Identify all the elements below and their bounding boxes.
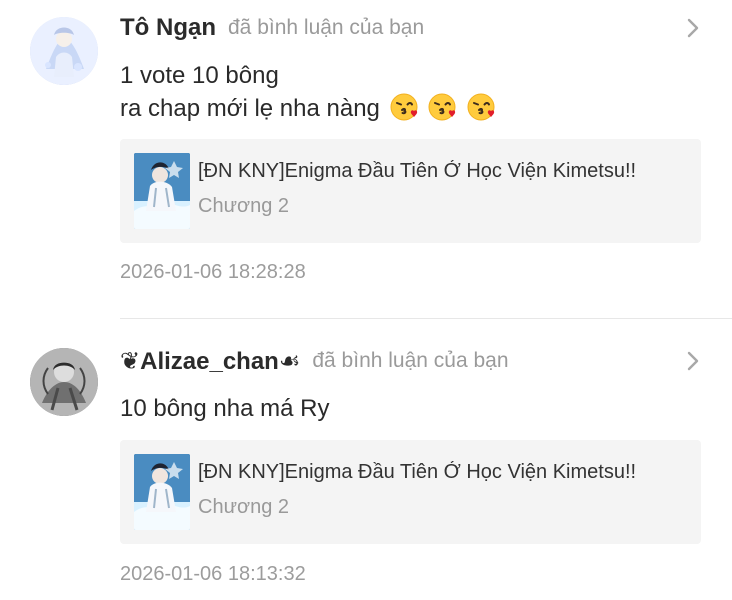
username[interactable]: Tô Ngạn <box>120 14 216 42</box>
story-title[interactable]: [ĐN KNY]Enigma Đầu Tiên Ở Học Viện Kimet… <box>198 160 678 183</box>
notification-feed: Tô Ngạn đã bình luận của bạn 1 vote 10 b… <box>0 0 732 600</box>
comment-line: ra chap mới lẹ nha nàng <box>120 92 700 125</box>
comment-line-text: ra chap mới lẹ nha nàng <box>120 95 380 122</box>
comment-line: 1 vote 10 bông <box>120 62 279 89</box>
avatar-illustration-icon <box>30 17 98 85</box>
comment-timestamp: 2026-01-06 18:13:32 <box>120 563 306 585</box>
kiss-emoji-icon <box>427 92 457 122</box>
story-cover-image[interactable] <box>134 454 190 530</box>
chapter-label: Chương 2 <box>198 195 289 217</box>
user-avatar[interactable] <box>30 348 98 416</box>
comment-header: ❦Alizae_chan☙ đã bình luận của bạn <box>120 344 509 378</box>
comment-timestamp: 2026-01-06 18:28:28 <box>120 261 306 283</box>
story-card[interactable]: [ĐN KNY]Enigma Đầu Tiên Ở Học Viện Kimet… <box>120 139 701 243</box>
story-card[interactable]: [ĐN KNY]Enigma Đầu Tiên Ở Học Viện Kimet… <box>120 440 701 544</box>
comment-action-text: đã bình luận của bạn <box>312 349 509 372</box>
comment-action-text: đã bình luận của bạn <box>228 16 425 39</box>
kiss-emoji-icon <box>466 92 496 122</box>
comment-notification-item[interactable]: ❦Alizae_chan☙ đã bình luận của bạn 10 bô… <box>0 320 732 600</box>
chevron-right-icon[interactable] <box>685 349 701 373</box>
comment-header: Tô Ngạn đã bình luận của bạn <box>120 11 424 45</box>
username[interactable]: ❦Alizae_chan☙ <box>120 347 300 376</box>
story-cover-image[interactable] <box>134 153 190 229</box>
comment-text: 10 bông nha má Ry <box>120 393 700 425</box>
comment-text: 1 vote 10 bông ra chap mới lẹ nha nàng <box>120 60 700 125</box>
chapter-label: Chương 2 <box>198 496 289 518</box>
user-avatar[interactable] <box>30 17 98 85</box>
comment-notification-item[interactable]: Tô Ngạn đã bình luận của bạn 1 vote 10 b… <box>0 0 732 318</box>
story-title[interactable]: [ĐN KNY]Enigma Đầu Tiên Ở Học Viện Kimet… <box>198 461 678 484</box>
avatar-illustration-icon <box>30 348 98 416</box>
notification-divider <box>120 318 732 319</box>
comment-line: 10 bông nha má Ry <box>120 395 330 422</box>
kiss-emoji-icon <box>389 92 419 122</box>
chevron-right-icon[interactable] <box>685 16 701 40</box>
